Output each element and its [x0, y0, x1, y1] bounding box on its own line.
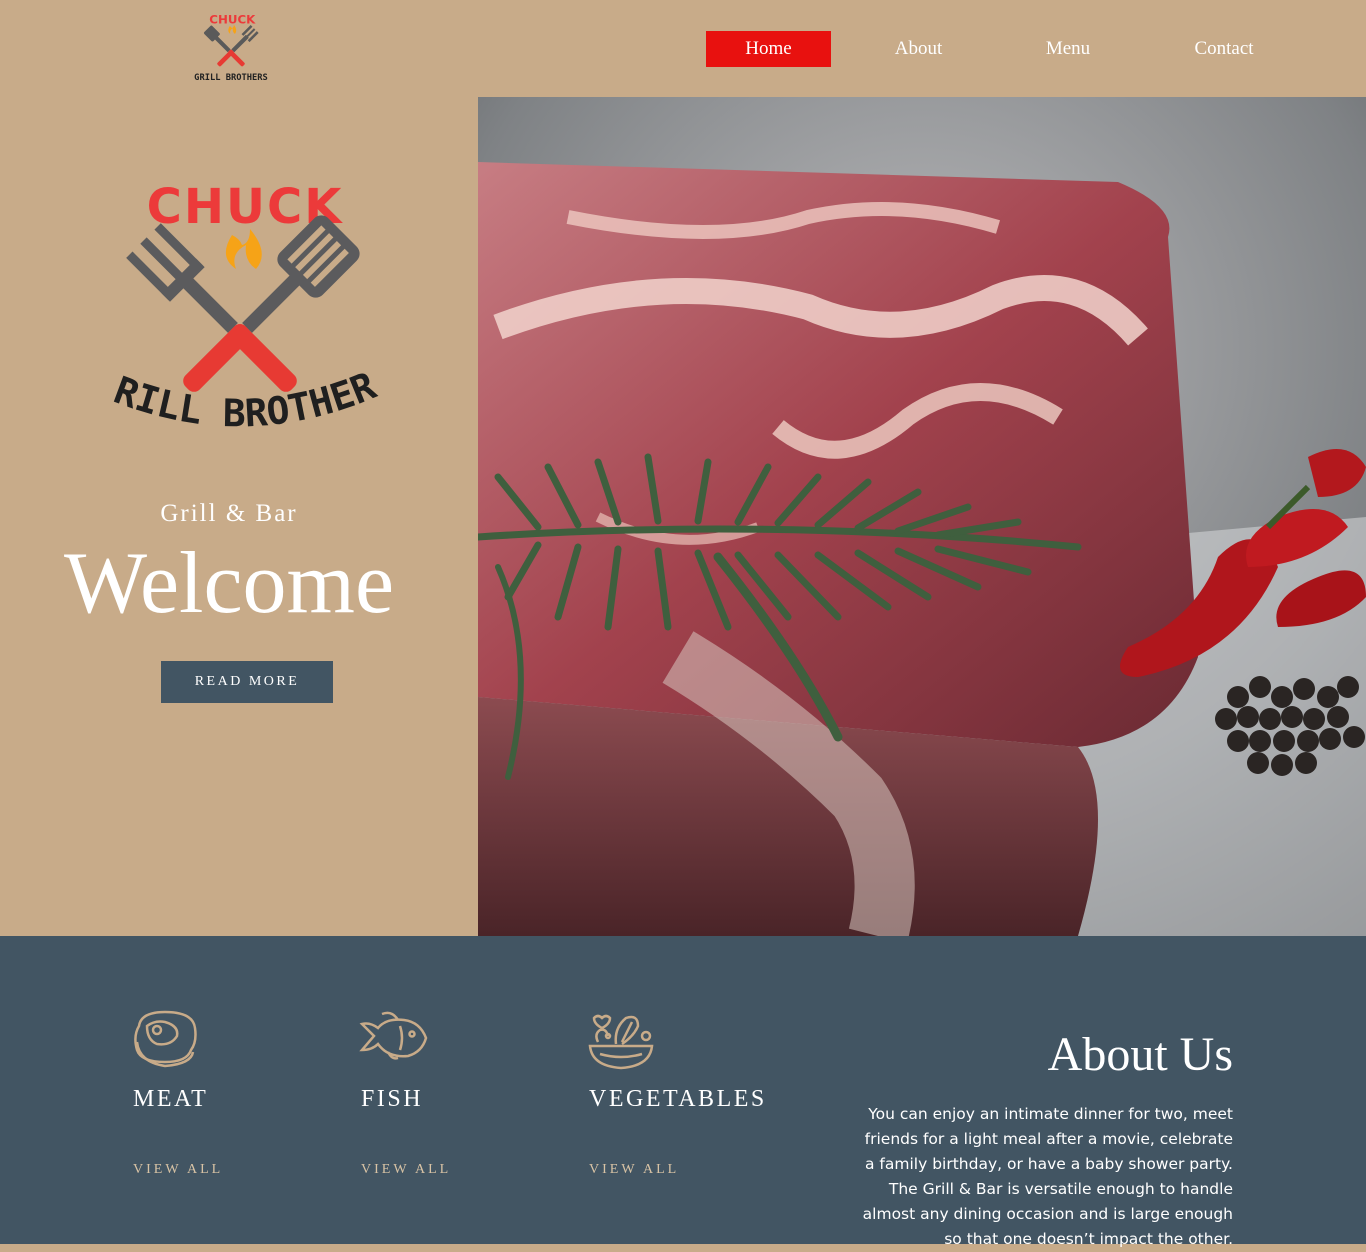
hero-title: Welcome [63, 535, 395, 632]
hero-panel: CHUCK GRILL BROTHERS Grill & Bar Welcome… [0, 97, 478, 936]
nav-menu[interactable]: Menu [1020, 31, 1116, 67]
nav-home[interactable]: Home [706, 31, 831, 67]
category-vegetables-view-all[interactable]: VIEW ALL [589, 1162, 679, 1178]
flame-icon [225, 229, 262, 269]
category-vegetables-title: VEGETABLES [589, 1086, 767, 1112]
read-more-button[interactable]: READ MORE [161, 661, 333, 703]
about-title: About Us [1047, 1028, 1233, 1081]
salad-bowl-icon [588, 1014, 654, 1070]
fish-icon [359, 1011, 428, 1060]
hero-tagline: Grill & Bar [160, 500, 298, 527]
category-meat-title: MEAT [133, 1086, 209, 1112]
nav-about[interactable]: About [870, 31, 967, 67]
category-fish-view-all[interactable]: VIEW ALL [361, 1162, 451, 1178]
nav-contact[interactable]: Contact [1170, 31, 1278, 67]
main-nav: Home About Menu Contact [0, 0, 1366, 97]
about-text: You can enjoy an intimate dinner for two… [862, 1105, 1233, 1248]
steak-photo [478, 97, 1366, 936]
chuck-grill-brothers-logo-large: CHUCK GRILL BROTHERS [100, 175, 382, 435]
category-meat-view-all[interactable]: VIEW ALL [133, 1162, 223, 1178]
categories-section: MEAT VIEW ALL FISH VIEW ALL VEGETABLES V… [0, 936, 1366, 1248]
site-header: CHUCK GRILL BROTHERS Home About Menu Con… [0, 0, 1366, 97]
category-fish-title: FISH [361, 1086, 424, 1112]
steak-icon [134, 1010, 197, 1068]
